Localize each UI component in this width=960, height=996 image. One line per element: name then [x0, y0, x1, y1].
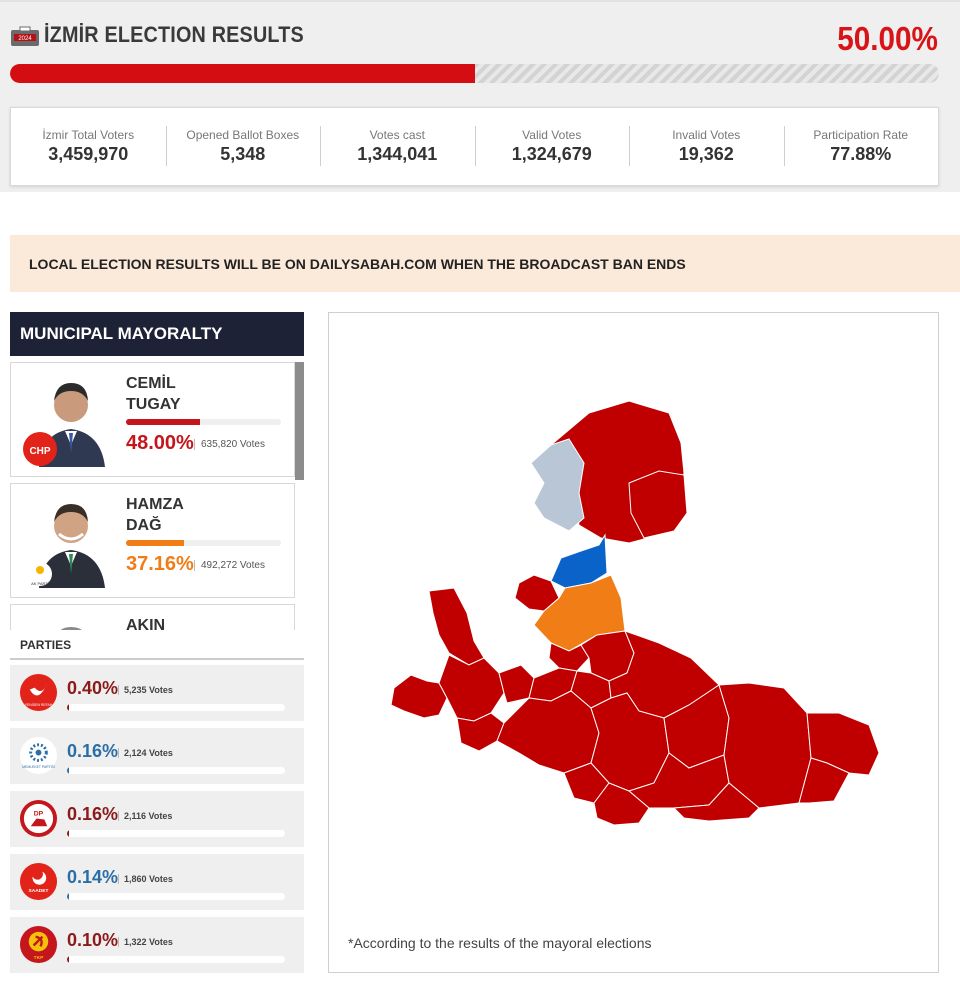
candidate-vote-bar	[126, 540, 281, 546]
svg-text:SAADET: SAADET	[29, 888, 49, 894]
party-vote-bar	[67, 893, 285, 900]
counting-progress-fill	[10, 64, 475, 83]
party-vote-bar	[67, 704, 285, 711]
stat-label: Valid Votes	[522, 128, 582, 142]
stat-valid-votes: Valid Votes 1,324,679	[474, 126, 630, 166]
candidate-percentage: 48.00%	[126, 432, 194, 454]
stat-label: Participation Rate	[813, 128, 909, 142]
tkp-logo-icon: TKP	[19, 925, 58, 964]
candidate-vote-bar	[126, 419, 281, 425]
svg-text:YENİDEN REFAH: YENİDEN REFAH	[25, 702, 53, 707]
stat-value: 1,344,041	[357, 144, 438, 164]
svg-text:MEMLEKET PARTİSİ: MEMLEKET PARTİSİ	[22, 764, 55, 769]
candidate-card[interactable]: AKIN	[10, 604, 295, 630]
stat-total-voters: İzmir Total Voters 3,459,970	[11, 128, 166, 165]
candidate-percentage: 37.16%	[126, 553, 194, 575]
candidate-photo: CHP	[23, 383, 105, 467]
candidate-photo	[60, 627, 82, 630]
candidate-name: AKIN	[126, 617, 166, 630]
map-footnote: *According to the results of the mayoral…	[348, 935, 652, 951]
party-votes: 2,124 Votes	[118, 748, 173, 758]
svg-text:DP: DP	[34, 811, 44, 818]
page-title: İZMİR ELECTION RESULTS	[44, 22, 304, 47]
svg-text:CHP: CHP	[29, 446, 50, 457]
candidate-name: HAMZA DAĞ	[126, 496, 184, 534]
parties-heading: PARTIES	[10, 630, 304, 660]
party-vote-bar	[67, 830, 285, 837]
counting-progress-bar	[10, 64, 939, 83]
stat-label: Invalid Votes	[672, 128, 741, 142]
party-percentage: 0.40%	[67, 678, 119, 698]
opened-percentage: 50.00%	[837, 20, 938, 57]
party-vote-bar-fill	[67, 767, 69, 774]
stats-panel: İzmir Total Voters 3,459,970 Opened Ball…	[10, 107, 939, 186]
district-karaburun[interactable]	[428, 587, 485, 666]
stat-value: 5,348	[220, 144, 266, 164]
results-map-panel: *According to the results of the mayoral…	[328, 312, 939, 973]
candidate-list[interactable]: CHP CEMİL TUGAY 48.00% 635,820 Votes AK …	[10, 356, 304, 630]
party-votes: 2,116 Votes	[118, 811, 172, 821]
broadcast-ban-banner: LOCAL ELECTION RESULTS WILL BE ON DAILYS…	[10, 235, 960, 292]
candidate-name: CEMİL TUGAY	[126, 375, 181, 413]
mayoralty-heading: MUNICIPAL MAYORALTY	[10, 312, 304, 356]
district-urla[interactable]	[438, 654, 505, 722]
candidate-card[interactable]: CHP CEMİL TUGAY 48.00% 635,820 Votes	[10, 362, 295, 477]
stat-value: 1,324,679	[511, 144, 592, 164]
candidate-card[interactable]: AK PARTİ HAMZA DAĞ 37.16% 492,272 Votes	[10, 483, 295, 598]
svg-text:TKP: TKP	[34, 955, 44, 961]
candidate-list-scrollbar[interactable]	[295, 362, 304, 480]
party-percentage: 0.16%	[67, 804, 119, 824]
izmir-district-map[interactable]	[329, 313, 940, 974]
party-vote-bar-fill	[67, 956, 69, 963]
candidate-vote-bar-fill	[126, 419, 201, 425]
stat-label: Opened Ballot Boxes	[186, 128, 300, 142]
banner-text: LOCAL ELECTION RESULTS WILL BE ON DAILYS…	[29, 255, 686, 272]
party-vote-bar-fill	[67, 704, 69, 711]
party-vote-bar-fill	[67, 893, 69, 900]
party-vote-bar	[67, 956, 285, 963]
svg-text:2024: 2024	[18, 36, 32, 42]
party-row[interactable]: MEMLEKET PARTİSİ 0.16% 2,124 Votes	[10, 728, 304, 784]
party-row[interactable]: SAADET 0.14% 1,860 Votes	[10, 854, 304, 910]
district-dikili[interactable]	[530, 438, 585, 532]
party-vote-bar-fill	[67, 830, 69, 837]
party-vote-bar	[67, 767, 285, 774]
stat-invalid-votes: Invalid Votes 19,362	[629, 126, 784, 166]
candidate-photo: AK PARTİ	[28, 504, 105, 588]
party-votes: 1,322 Votes	[118, 937, 173, 947]
stat-opened-ballot-boxes: Opened Ballot Boxes 5,348	[165, 126, 321, 166]
stat-value: 77.88%	[830, 144, 892, 164]
party-row[interactable]: DP 0.16% 2,116 Votes	[10, 791, 304, 847]
ballot-box-icon: 2024	[11, 26, 39, 46]
dp-logo-icon: DP	[19, 799, 58, 838]
party-votes: 5,235 Votes	[118, 685, 173, 695]
results-header: 2024 İZMİR ELECTION RESULTS 50.00% İzmir…	[0, 0, 960, 192]
party-percentage: 0.16%	[67, 741, 119, 761]
party-row[interactable]: TKP 0.10% 1,322 Votes	[10, 917, 304, 973]
party-row[interactable]: YENİDEN REFAH 0.40% 5,235 Votes	[10, 665, 304, 721]
stat-label: Votes cast	[369, 128, 425, 142]
party-percentage: 0.14%	[67, 867, 119, 887]
candidate-vote-bar-fill	[126, 540, 184, 546]
party-votes: 1,860 Votes	[118, 874, 173, 884]
yeniden-refah-logo-icon: YENİDEN REFAH	[19, 673, 58, 712]
candidate-votes: 635,820 Votes	[194, 439, 265, 450]
saadet-logo-icon: SAADET	[19, 862, 58, 901]
candidate-votes: 492,272 Votes	[194, 560, 265, 571]
district-menderes[interactable]	[496, 690, 600, 774]
memleket-party-logo-icon: MEMLEKET PARTİSİ	[19, 736, 58, 775]
stat-votes-cast: Votes cast 1,344,041	[320, 126, 475, 166]
party-percentage: 0.10%	[67, 930, 119, 950]
stat-participation-rate: Participation Rate 77.88%	[783, 126, 939, 166]
stat-value: 3,459,970	[48, 144, 129, 164]
svg-text:AK PARTİ: AK PARTİ	[31, 581, 49, 586]
map-districts	[390, 400, 880, 826]
stat-value: 19,362	[678, 144, 734, 164]
district-cesme[interactable]	[390, 674, 448, 719]
stat-label: İzmir Total Voters	[42, 128, 135, 142]
